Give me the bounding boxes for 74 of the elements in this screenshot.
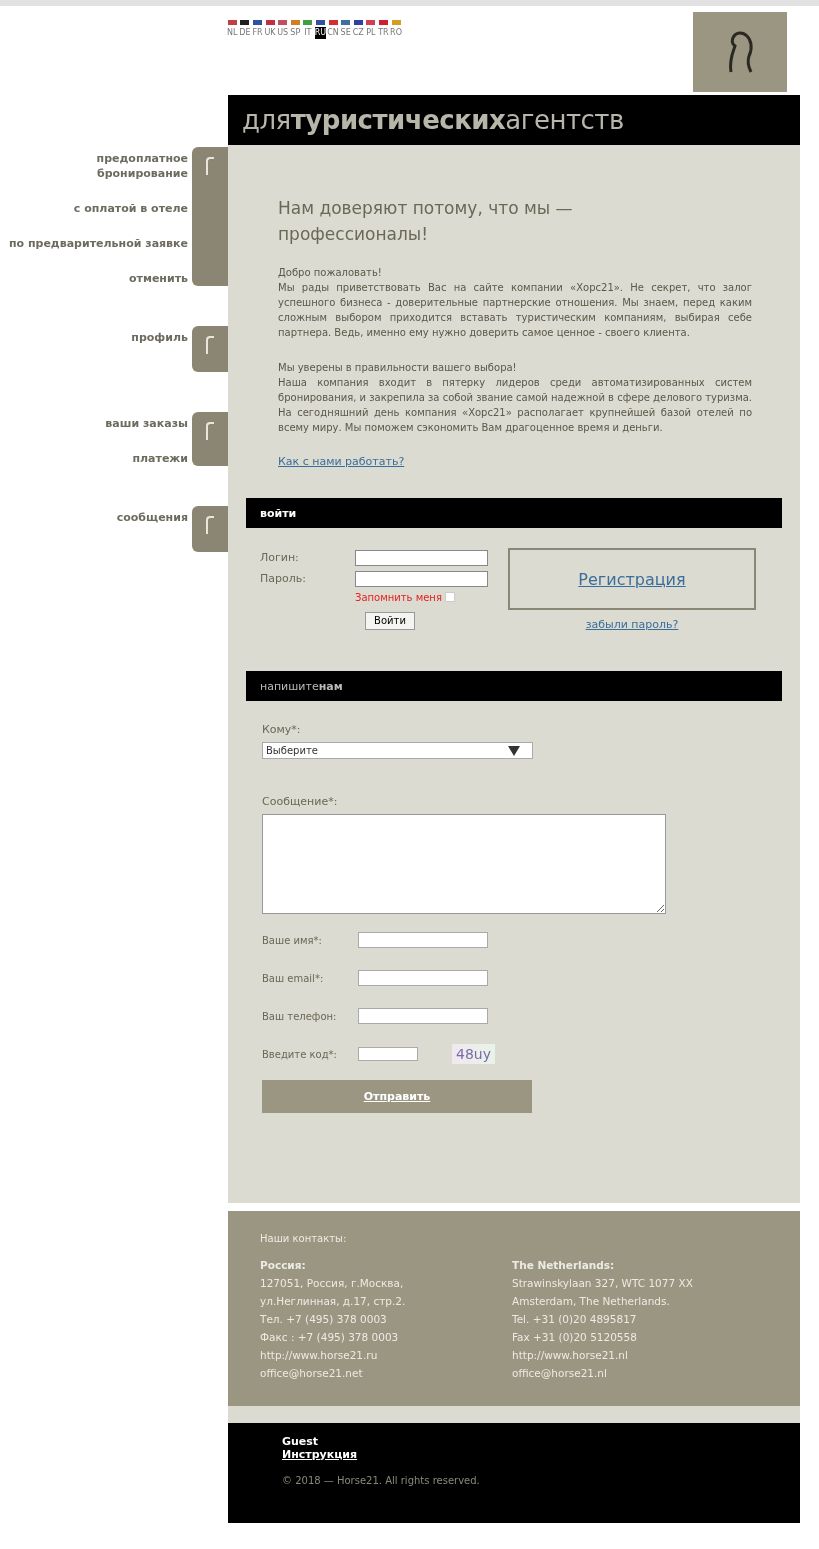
captcha-image: 48uy: [452, 1044, 495, 1064]
language-link[interactable]: DE: [239, 27, 251, 39]
field-label: Пароль:: [260, 572, 307, 585]
copyright: © 2018 — Horse21. All rights reserved.: [282, 1475, 480, 1486]
paragraph-title: Добро пожаловать!: [278, 266, 383, 280]
language-link[interactable]: SE: [340, 27, 351, 39]
contact-line: Факс : +7 (495) 378 0003: [260, 1330, 400, 1345]
sidebar-link[interactable]: ваши заказы: [105, 416, 188, 431]
contacts-title: Наши контакты:: [260, 1233, 348, 1244]
language-link[interactable]: RU: [314, 27, 327, 39]
contact-line: Tel. +31 (0)20 4895817: [512, 1312, 638, 1327]
paragraph-title: Мы уверены в правильности вашего выбора!: [278, 361, 518, 375]
field-label: Ваш email*:: [262, 971, 325, 985]
login-field[interactable]: [355, 549, 488, 566]
contact-line: ул.Неглинная, д.17, стр.2.: [260, 1294, 407, 1309]
heading: Нам доверяют потому, что мы — профессионалы!: [278, 197, 574, 246]
password-field[interactable]: [355, 570, 488, 587]
contact-line: Fax +31 (0)20 5120558: [512, 1330, 638, 1345]
recipient-dropdown[interactable]: Выберите: [262, 742, 533, 759]
section-header: напишитенам: [246, 671, 782, 701]
instructions-link[interactable]: Инструкция: [282, 1448, 358, 1461]
field-label: Сообщение*:: [262, 795, 338, 808]
name-field[interactable]: [358, 932, 488, 948]
page-title: длятуристическихагентств: [242, 105, 624, 135]
sidebar-link[interactable]: предоплатное бронирование: [8, 151, 188, 181]
captcha-field[interactable]: [358, 1047, 418, 1061]
login-button[interactable]: Войти: [365, 611, 415, 630]
language-link[interactable]: US: [277, 27, 289, 39]
registration-link[interactable]: Регистрация: [578, 569, 686, 589]
how-we-work-link[interactable]: Как с нами работать?: [278, 455, 405, 468]
caret-icon: [508, 745, 520, 756]
contact-line: Amsterdam, The Netherlands.: [512, 1294, 671, 1309]
paragraph: Наша компания входит в пятерку лидеров среди автоматизированных систем бронирования, и закрепила за собой звание самой надежной в сфере делового туризма. На сегодняшний день компания «Хорс21» располагает крупнейшей базой отелей по всему миру. Мы поможем сэкономить Вам драгоценное время и деньги.: [278, 376, 752, 435]
contact-line: http://www.horse21.ru: [260, 1348, 379, 1363]
remember-label: Запомнить меня: [355, 591, 442, 603]
field-label: Введите код*:: [262, 1047, 338, 1061]
language-link[interactable]: IT: [304, 27, 312, 39]
language-link[interactable]: NL: [227, 27, 238, 39]
language-link[interactable]: CZ: [352, 27, 364, 39]
language-link[interactable]: CN: [327, 27, 339, 39]
field-label: Ваше имя*:: [262, 933, 323, 947]
sidebar-link[interactable]: профиль: [131, 330, 188, 345]
language-link[interactable]: FR: [252, 27, 263, 39]
contact-line: office@horse21.nl: [512, 1366, 608, 1381]
country-heading: The Netherlands:: [512, 1258, 616, 1273]
field-label: Кому*:: [262, 723, 301, 736]
send-button[interactable]: Отправить: [262, 1080, 532, 1113]
language-link[interactable]: TR: [378, 27, 389, 39]
forgot-password-link[interactable]: забыли пароль?: [585, 618, 679, 631]
language-link[interactable]: UK: [264, 27, 276, 39]
field-label: Логин:: [260, 551, 300, 564]
section-header: войти: [246, 498, 782, 528]
sidebar-link[interactable]: по предварительной заявке: [8, 236, 188, 251]
email-field[interactable]: [358, 970, 488, 986]
sidebar-link[interactable]: с оплатой в отеле: [73, 201, 188, 216]
contact-line: Strawinskylaan 327, WTC 1077 XX: [512, 1276, 694, 1291]
contact-line: http://www.horse21.nl: [512, 1348, 629, 1363]
message-field[interactable]: [262, 814, 666, 914]
logo[interactable]: [693, 12, 787, 92]
paragraph: Мы рады приветствовать Вас на сайте компании «Хорс21». Не секрет, что залог успешного бизнеса - доверительные партнерские отношения. Мы знаем, перед каким сложным выбором приходится вставать туристическим компаниям, выбирая себе партнера. Ведь, именно ему нужно доверить самое ценное - своего клиента.: [278, 281, 752, 340]
sidebar-link[interactable]: платежи: [132, 451, 188, 466]
field-label: Ваш телефон:: [262, 1009, 338, 1023]
language-link[interactable]: RO: [390, 27, 402, 39]
language-link[interactable]: PL: [366, 27, 376, 39]
sidebar-link[interactable]: сообщения: [116, 510, 188, 525]
user-name: Guest: [282, 1435, 319, 1448]
contact-line: office@horse21.net: [260, 1366, 364, 1381]
country-heading: Россия:: [260, 1258, 307, 1273]
contact-line: Тел. +7 (495) 378 0003: [260, 1312, 388, 1327]
contact-line: 127051, Россия, г.Москва,: [260, 1276, 405, 1291]
phone-field[interactable]: [358, 1008, 488, 1024]
remember-checkbox[interactable]: [444, 592, 455, 602]
language-link[interactable]: SP: [290, 27, 301, 39]
sidebar-link[interactable]: отменить: [128, 271, 188, 286]
